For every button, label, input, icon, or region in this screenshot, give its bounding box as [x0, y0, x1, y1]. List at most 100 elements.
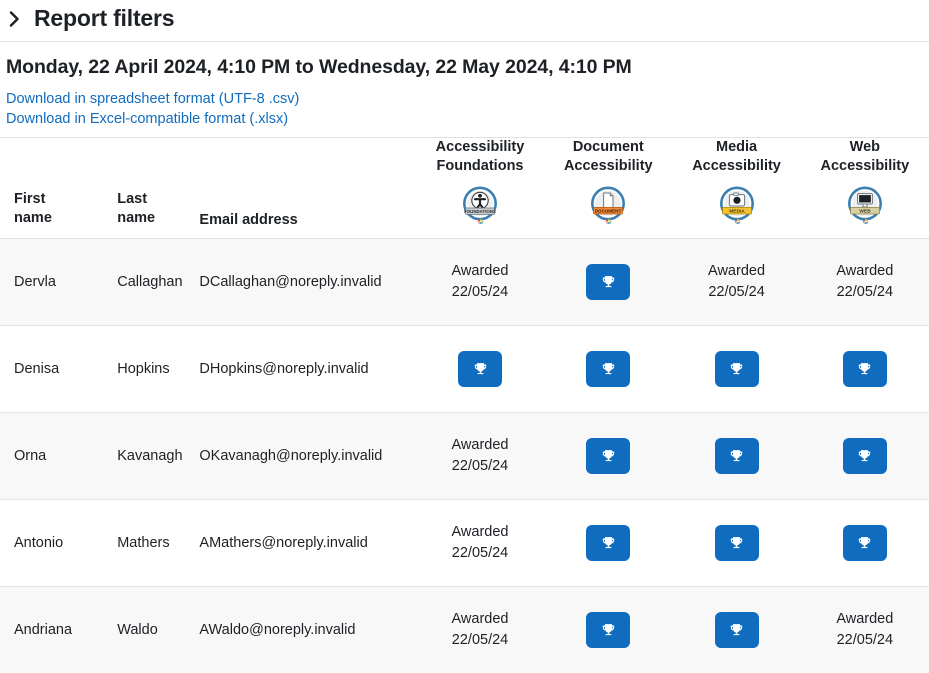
cell-last-name: Callaghan — [117, 274, 183, 291]
award-badge-button[interactable] — [586, 264, 631, 301]
badge-title-line1: Media — [715, 139, 758, 156]
cell-badge-foundations-awarded: Awarded 22/05/24 — [415, 412, 545, 500]
award-badge-button[interactable] — [714, 612, 759, 649]
cell-email-address: OKavanagh@noreply.invalid — [193, 412, 416, 500]
badge-foundations-icon: FOUNDATIONS — [463, 186, 497, 225]
badge-media-icon: MEDIA — [719, 186, 754, 225]
cell-first-name: Dervla — [14, 274, 56, 291]
badge-title-line2: Accessibility — [820, 158, 910, 175]
awarded-label: Awarded — [836, 611, 894, 628]
trophy-icon — [856, 361, 873, 378]
trophy-icon — [472, 361, 489, 378]
cell-badge-document — [544, 239, 672, 326]
cell-badge-web — [800, 412, 929, 500]
trophy-icon — [728, 535, 745, 552]
trophy-icon — [600, 448, 617, 465]
column-header-email: Email address — [193, 138, 416, 240]
award-badge-button[interactable] — [842, 438, 887, 475]
chevron-right-icon — [6, 8, 22, 30]
column-header-last-name: Last name — [103, 138, 194, 240]
cell-badge-foundations — [415, 325, 545, 413]
table-row: Dervla Callaghan DCallaghan@noreply.invali… — [0, 238, 929, 326]
awarded-label: Awarded — [451, 611, 509, 628]
awarded-label: Awarded — [451, 524, 509, 541]
date-range-heading: Monday, 22 April 2024, 4:10 PM to Wednes… — [6, 56, 632, 79]
cell-badge-document — [544, 586, 673, 673]
column-header-first-name: First name — [0, 138, 104, 240]
svg-text:WEB: WEB — [859, 209, 871, 215]
badge-document-icon: DOCUMENT — [591, 186, 626, 225]
awarded-date: 22/05/24 — [836, 284, 894, 301]
awarded-date: 22/05/24 — [451, 458, 509, 475]
cell-email-address: DCallaghan@noreply.invalid — [199, 274, 382, 291]
awarded-date: 22/05/24 — [836, 632, 894, 649]
badge-title-line1: Document — [572, 139, 644, 156]
first-name-line2: name — [14, 210, 52, 227]
download-csv-link[interactable]: Download in spreadsheet format (UTF-8 .c… — [6, 89, 929, 109]
trophy-icon — [856, 448, 873, 465]
table-body: Dervla Callaghan DCallaghan@noreply.invali… — [0, 238, 929, 673]
cell-last-name: Waldo — [103, 586, 194, 673]
cell-badge-web-awarded: Awarded 22/05/24 — [801, 239, 929, 326]
cell-first-name: Denisa — [0, 325, 104, 413]
cell-email-address: AWaldo@noreply.invalid — [193, 586, 416, 673]
cell-first-name: Orna — [0, 412, 104, 500]
awarded-date: 22/05/24 — [451, 632, 509, 649]
table-row: Antonio Mathers AMathers@noreply.invalid Aw… — [0, 499, 929, 587]
award-badge-button[interactable] — [842, 525, 887, 562]
trophy-icon — [728, 361, 745, 378]
cell-badge-media — [672, 499, 801, 587]
awarded-date: 22/05/24 — [708, 284, 765, 301]
column-header-document-accessibility: Document Accessibility DOCUMENT — [544, 138, 673, 240]
badge-title-line2: Accessibility — [563, 158, 653, 175]
award-badge-button[interactable] — [714, 351, 759, 388]
cell-badge-web — [800, 499, 929, 587]
badge-title-line1: Accessibility — [435, 139, 525, 156]
cell-last-name: Kavanagh — [103, 412, 194, 500]
trophy-icon — [600, 622, 617, 639]
svg-text:DOCUMENT: DOCUMENT — [595, 209, 622, 214]
awarded-label: Awarded — [451, 263, 509, 280]
award-badge-button[interactable] — [586, 612, 631, 649]
awarded-label: Awarded — [836, 263, 894, 280]
page-title: Report filters — [34, 5, 175, 31]
column-header-media-accessibility: Media Accessibility MEDIA — [672, 138, 801, 240]
award-badge-button[interactable] — [714, 438, 759, 475]
svg-text:MEDIA: MEDIA — [729, 209, 745, 215]
awarded-label: Awarded — [451, 437, 509, 454]
badge-title-line2: Foundations — [436, 158, 524, 175]
award-badge-button[interactable] — [842, 351, 887, 388]
first-name-line1: First — [14, 191, 46, 208]
table-row: Andriana Waldo AWaldo@noreply.invalid Award… — [0, 586, 929, 673]
cell-badge-foundations-awarded: Awarded 22/05/24 — [416, 239, 544, 326]
award-badge-button[interactable] — [586, 351, 631, 388]
cell-badge-media — [672, 325, 801, 413]
download-xlsx-link[interactable]: Download in Excel-compatible format (.xl… — [6, 109, 929, 129]
trophy-icon — [856, 535, 873, 552]
table-row: Orna Kavanagh OKavanagh@noreply.invalid Awa… — [0, 412, 929, 500]
cell-badge-web-awarded: Awarded 22/05/24 — [800, 586, 929, 673]
cell-email-address: DHopkins@noreply.invalid — [193, 325, 416, 413]
badge-web-icon: WEB — [847, 186, 882, 225]
award-badge-button[interactable] — [458, 351, 502, 388]
award-badge-button[interactable] — [714, 525, 759, 562]
cell-first-name: Antonio — [0, 499, 104, 587]
table-header: First name Last name Email address Acces… — [0, 138, 929, 240]
award-badge-button[interactable] — [586, 438, 631, 475]
header-row: First name Last name Email address Acces… — [0, 138, 929, 240]
badges-report-table: First name Last name Email address Acces… — [0, 138, 929, 673]
report-filters-toggle[interactable]: Report filters — [0, 0, 929, 41]
cell-badge-web — [800, 325, 929, 413]
trophy-icon — [728, 448, 745, 465]
cell-badge-document — [544, 412, 673, 500]
award-badge-button[interactable] — [586, 525, 631, 562]
last-name-line1: Last — [117, 191, 148, 208]
cell-badge-foundations-awarded: Awarded 22/05/24 — [415, 586, 545, 673]
badge-title-line1: Web — [849, 139, 881, 156]
badge-title-line2: Accessibility — [692, 158, 781, 175]
cell-badge-media — [672, 586, 801, 673]
column-header-accessibility-foundations: Accessibility Foundations FOUNDATIONS — [415, 138, 545, 240]
cell-last-name: Mathers — [103, 499, 194, 587]
last-name-line2: name — [117, 210, 156, 227]
trophy-icon — [728, 622, 745, 639]
